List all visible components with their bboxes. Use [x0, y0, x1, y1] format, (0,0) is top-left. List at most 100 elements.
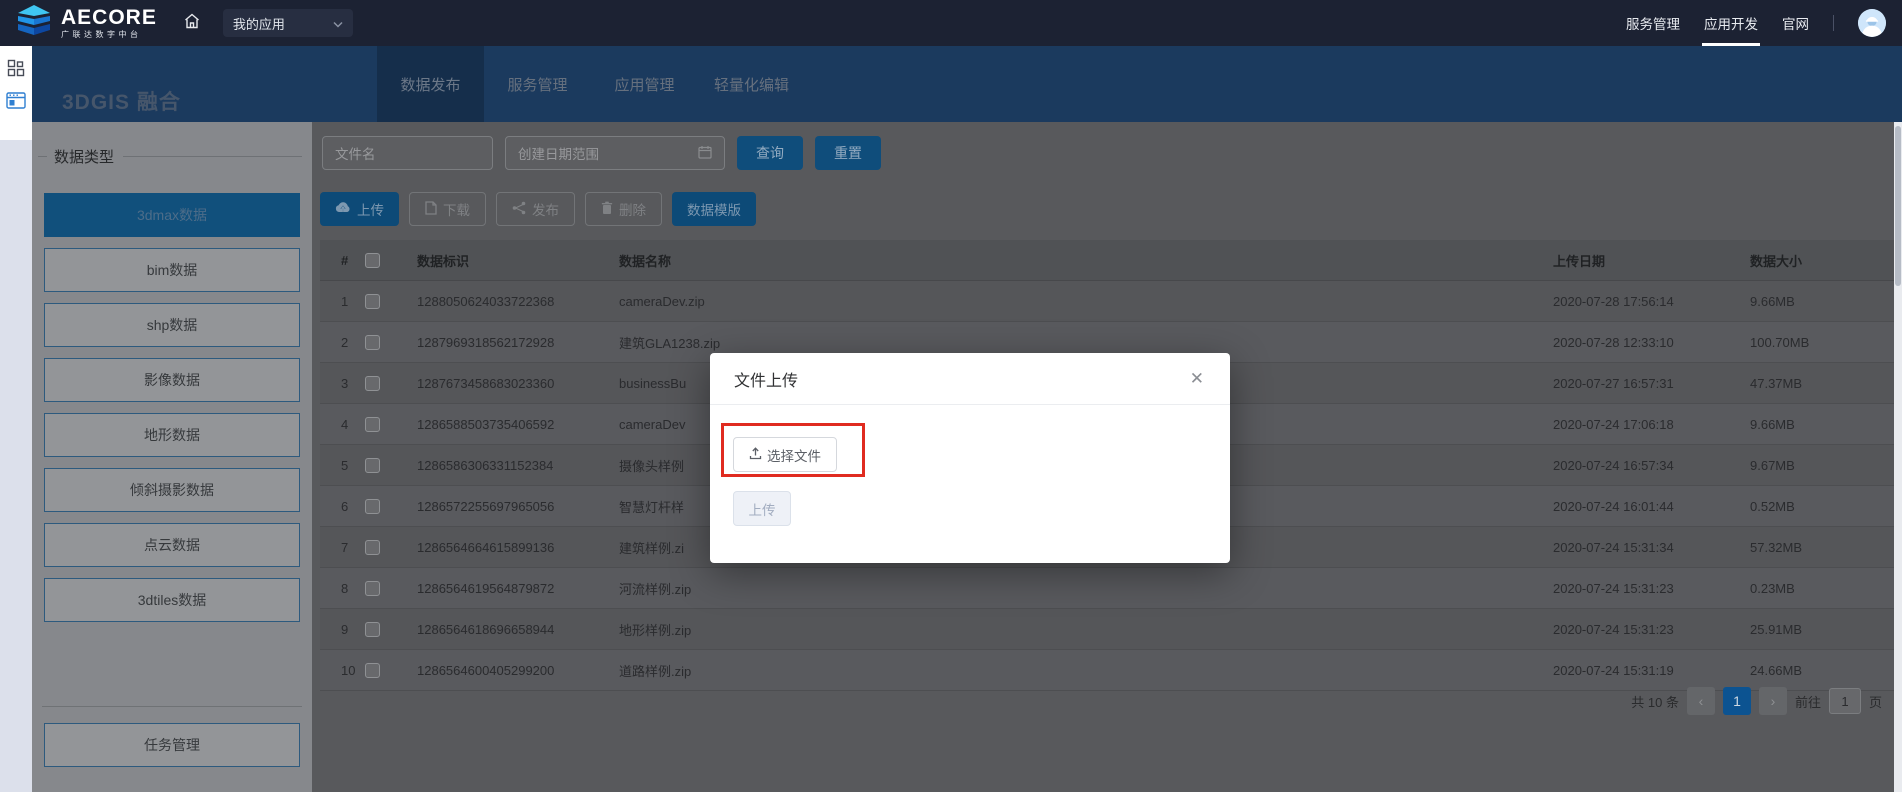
portal-topbar-right: 服务管理 应用开发 官网 — [1626, 0, 1886, 46]
my-apps-select[interactable]: 我的应用 — [223, 9, 353, 37]
vertical-scrollbar[interactable] — [1894, 122, 1902, 792]
cell-size: 100.70MB — [1750, 335, 1894, 350]
cell-size: 0.52MB — [1750, 499, 1894, 514]
table-toolbar: 上传 下载 发布 — [320, 192, 756, 226]
table-row[interactable]: 9 1286564618696658944 地形样例.zip 2020-07-2… — [320, 609, 1894, 650]
row-checkbox[interactable] — [365, 458, 380, 473]
tab-label: 轻量化编辑 — [714, 74, 789, 95]
sidebar-item-oblique[interactable]: 倾斜摄影数据 — [44, 468, 300, 512]
modal-upload-button[interactable]: 上传 — [733, 491, 791, 526]
table-row[interactable]: 1 1288050624033722368 cameraDev.zip 2020… — [320, 281, 1894, 322]
row-checkbox[interactable] — [365, 540, 380, 555]
select-file-button[interactable]: 选择文件 — [733, 437, 837, 472]
delete-button[interactable]: 删除 — [585, 192, 662, 226]
download-button[interactable]: 下载 — [409, 192, 486, 226]
sidebar-item-label: 影像数据 — [144, 370, 200, 390]
cell-id: 1286572255697965056 — [417, 499, 619, 514]
select-all-checkbox[interactable] — [365, 253, 380, 268]
sidebar-item-label: 点云数据 — [144, 535, 200, 555]
cell-id: 1287969318562172928 — [417, 335, 619, 350]
tab-data-publish[interactable]: 数据发布 — [377, 46, 484, 122]
row-checkbox[interactable] — [365, 499, 380, 514]
cell-id: 1286564619564879872 — [417, 581, 619, 596]
tab-app-mgmt[interactable]: 应用管理 — [591, 46, 698, 122]
cell-index: 4 — [320, 417, 365, 432]
tab-lightweight-edit[interactable]: 轻量化编辑 — [698, 46, 805, 122]
row-checkbox[interactable] — [365, 581, 380, 596]
row-checkbox[interactable] — [365, 335, 380, 350]
top-link-label: 服务管理 — [1626, 13, 1680, 33]
page-number-1[interactable]: 1 — [1723, 687, 1751, 715]
top-link-app-dev[interactable]: 应用开发 — [1704, 0, 1758, 46]
cell-index: 3 — [320, 376, 365, 391]
table-row[interactable]: 10 1286564600405299200 道路样例.zip 2020-07-… — [320, 650, 1894, 691]
sidebar-item-bim[interactable]: bim数据 — [44, 248, 300, 292]
share-icon — [512, 201, 526, 218]
filename-input[interactable]: 文件名 — [322, 136, 493, 170]
chevron-left-icon: ‹ — [1699, 693, 1704, 709]
cell-id: 1286588503735406592 — [417, 417, 619, 432]
task-management-button[interactable]: 任务管理 — [44, 723, 300, 767]
top-link-official-site[interactable]: 官网 — [1782, 0, 1809, 46]
cell-size: 57.32MB — [1750, 540, 1894, 555]
upload-button[interactable]: 上传 — [320, 192, 399, 226]
upload-button-label: 上传 — [357, 199, 384, 219]
home-button[interactable] — [183, 12, 201, 35]
sidebar-item-image[interactable]: 影像数据 — [44, 358, 300, 402]
cell-date: 2020-07-24 15:31:23 — [1553, 581, 1750, 596]
cell-index: 2 — [320, 335, 365, 350]
sidebar-item-label: 任务管理 — [144, 735, 200, 755]
modal-title: 文件上传 — [734, 367, 798, 391]
apps-grid-icon[interactable] — [6, 58, 26, 78]
row-checkbox[interactable] — [365, 417, 380, 432]
close-icon[interactable]: ✕ — [1190, 370, 1204, 387]
sidebar-item-3dmax[interactable]: 3dmax数据 — [44, 193, 300, 237]
cell-name: 地形样例.zip — [619, 620, 1553, 639]
date-range-placeholder: 创建日期范围 — [518, 143, 599, 163]
top-link-label: 应用开发 — [1704, 13, 1758, 33]
my-apps-select-value: 我的应用 — [233, 14, 285, 33]
sidebar-item-terrain[interactable]: 地形数据 — [44, 413, 300, 457]
sidebar-item-label: 3dtiles数据 — [138, 590, 206, 610]
upload-tray-icon — [749, 447, 762, 463]
cell-id: 1286564618696658944 — [417, 622, 619, 637]
workspace-layout-icon[interactable] — [6, 90, 26, 110]
cell-index: 5 — [320, 458, 365, 473]
cell-name: 道路样例.zip — [619, 661, 1553, 680]
sidebar-item-3dtiles[interactable]: 3dtiles数据 — [44, 578, 300, 622]
modal-header: 文件上传 ✕ — [710, 353, 1230, 405]
cell-size: 9.66MB — [1750, 294, 1894, 309]
cell-id: 1287673458683023360 — [417, 376, 619, 391]
sidebar-item-label: 地形数据 — [144, 425, 200, 445]
data-template-button[interactable]: 数据模版 — [672, 192, 756, 226]
sidebar-divider — [42, 706, 302, 707]
aecore-logo: AECORE 广联达数字中台 — [16, 5, 157, 42]
brand-name: AECORE — [61, 7, 157, 28]
next-page-button[interactable]: › — [1759, 687, 1787, 715]
date-range-input[interactable]: 创建日期范围 — [505, 136, 725, 170]
row-checkbox[interactable] — [365, 663, 380, 678]
top-link-service-mgmt[interactable]: 服务管理 — [1626, 0, 1680, 46]
scrollbar-thumb[interactable] — [1895, 126, 1901, 286]
sidebar-item-label: 倾斜摄影数据 — [130, 480, 214, 500]
goto-page-input[interactable]: 1 — [1829, 688, 1861, 714]
row-checkbox[interactable] — [365, 294, 380, 309]
cell-date: 2020-07-24 15:31:19 — [1553, 663, 1750, 678]
cell-size: 9.67MB — [1750, 458, 1894, 473]
reset-button-label: 重置 — [834, 143, 862, 163]
cell-id: 1286564664615899136 — [417, 540, 619, 555]
table-row[interactable]: 8 1286564619564879872 河流样例.zip 2020-07-2… — [320, 568, 1894, 609]
user-avatar[interactable] — [1858, 9, 1886, 37]
cell-name: 河流样例.zip — [619, 579, 1553, 598]
prev-page-button[interactable]: ‹ — [1687, 687, 1715, 715]
reset-button[interactable]: 重置 — [815, 136, 881, 170]
tab-service-mgmt[interactable]: 服务管理 — [484, 46, 591, 122]
table-header-row: # 数据标识 数据名称 上传日期 数据大小 — [320, 240, 1894, 281]
sidebar-item-shp[interactable]: shp数据 — [44, 303, 300, 347]
row-checkbox[interactable] — [365, 376, 380, 391]
row-checkbox[interactable] — [365, 622, 380, 637]
publish-button[interactable]: 发布 — [496, 192, 575, 226]
cell-index: 9 — [320, 622, 365, 637]
search-button[interactable]: 查询 — [737, 136, 803, 170]
sidebar-item-pointcloud[interactable]: 点云数据 — [44, 523, 300, 567]
